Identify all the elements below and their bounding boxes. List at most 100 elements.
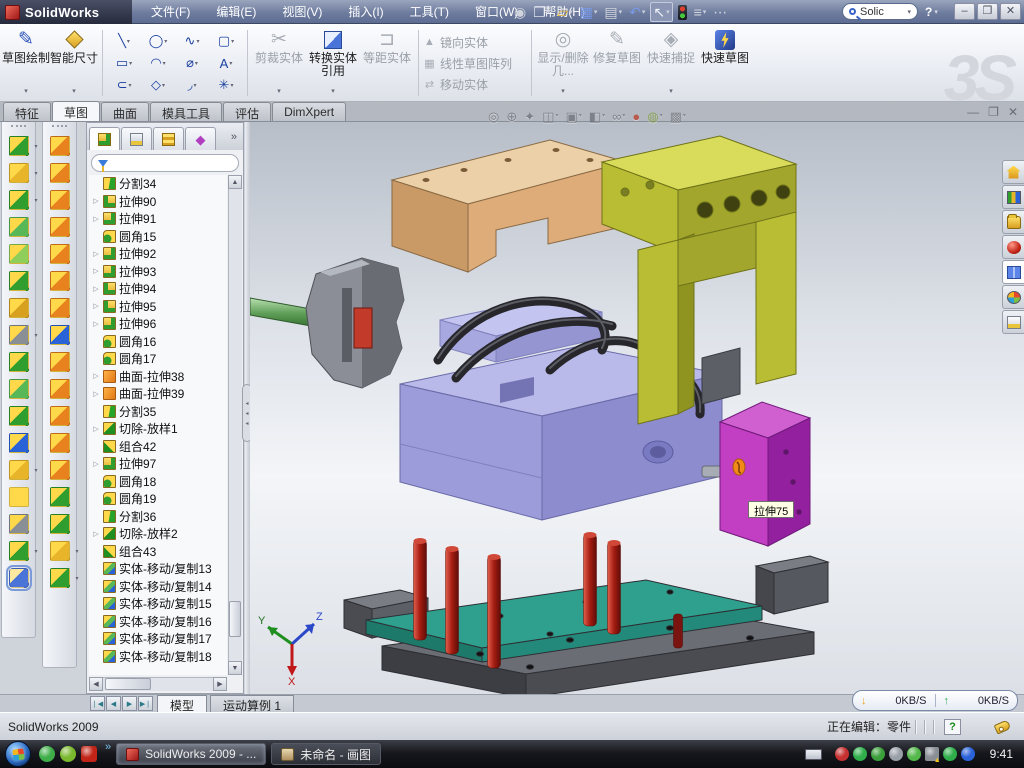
feature-tree-item[interactable]: 切除-放样2 bbox=[89, 525, 227, 543]
tab-scroll-button[interactable]: ▶❘ bbox=[138, 696, 153, 711]
tab-scroll-button[interactable]: ❘◀ bbox=[90, 696, 105, 711]
expand-arrow-icon[interactable] bbox=[92, 320, 100, 328]
swept-surface-icon[interactable] bbox=[50, 136, 70, 156]
feature-tree-item[interactable]: 实体-移动/复制14 bbox=[89, 578, 227, 596]
save-icon[interactable]: ▦▾ bbox=[578, 2, 600, 22]
dropdown-arrow-icon[interactable]: ▾ bbox=[163, 60, 166, 67]
minimize-icon[interactable]: – bbox=[954, 3, 975, 20]
file-explorer-tab[interactable] bbox=[1002, 210, 1024, 234]
slot-icon[interactable]: ⊂▾ bbox=[107, 75, 141, 95]
dropdown-arrow-icon[interactable]: ▾ bbox=[72, 85, 76, 99]
close-icon[interactable]: ✕ bbox=[1000, 3, 1021, 20]
expand-arrow-icon[interactable] bbox=[92, 267, 100, 275]
dropdown-arrow-icon[interactable]: ▾ bbox=[642, 9, 646, 16]
quick-tips-help-button[interactable]: ? bbox=[944, 719, 961, 735]
scroll-right-button[interactable]: ▶ bbox=[213, 677, 227, 691]
expand-arrow-icon[interactable] bbox=[92, 460, 100, 468]
selection-box-icon[interactable]: ▢▾ bbox=[209, 31, 243, 51]
scroll-left-button[interactable]: ◀ bbox=[89, 677, 103, 691]
ribbon-tab[interactable]: 模具工具 bbox=[150, 102, 222, 121]
new-document-icon[interactable]: ❐▾ bbox=[531, 2, 552, 22]
dropdown-arrow-icon[interactable]: ▾ bbox=[164, 38, 167, 45]
reference-point-icon[interactable] bbox=[50, 541, 70, 561]
feature-tree-item[interactable]: 拉伸95 bbox=[89, 298, 227, 316]
undo-icon[interactable]: ↶▾ bbox=[627, 2, 647, 22]
document-tab[interactable]: 运动算例 1 bbox=[210, 695, 294, 712]
feature-tree-item[interactable]: 拉伸91 bbox=[89, 210, 227, 228]
quick-launch-overflow-button[interactable]: » bbox=[105, 740, 111, 754]
trim-entities-button[interactable]: ✂ 剪裁实体 ▾ bbox=[252, 27, 306, 99]
dropdown-arrow-icon[interactable]: ▾ bbox=[594, 9, 598, 16]
feature-tree-item[interactable]: 圆角16 bbox=[89, 333, 227, 351]
split-icon[interactable] bbox=[9, 352, 29, 372]
top-plate[interactable] bbox=[392, 140, 626, 272]
untrim-surface-icon[interactable] bbox=[50, 460, 70, 480]
update-gear-icon[interactable] bbox=[871, 747, 885, 761]
dropdown-arrow-icon[interactable]: ▾ bbox=[24, 85, 28, 99]
feature-tree-item[interactable]: 圆角17 bbox=[89, 350, 227, 368]
view-palette-tab[interactable] bbox=[1002, 260, 1024, 284]
planar-surface-icon[interactable] bbox=[50, 298, 70, 318]
scrollbar-thumb[interactable] bbox=[105, 678, 151, 690]
feature-tree-item[interactable]: 拉伸90 bbox=[89, 193, 227, 211]
feature-tree-item[interactable]: 分割35 bbox=[89, 403, 227, 421]
expand-arrow-icon[interactable] bbox=[92, 197, 100, 205]
menu-item[interactable]: 编辑(E) bbox=[203, 0, 269, 24]
mirror-entities-button[interactable]: ▲镜向实体 bbox=[423, 34, 527, 51]
configurationmanager-tab[interactable] bbox=[153, 127, 184, 150]
feature-tree-item[interactable]: 组合43 bbox=[89, 543, 227, 561]
panel-tabs-overflow-button[interactable]: » bbox=[227, 131, 241, 145]
dropdown-arrow-icon[interactable]: ▾ bbox=[128, 82, 131, 89]
view-orientation-icon[interactable]: ▣▾ bbox=[565, 110, 581, 123]
display-delete-relations-button[interactable]: ◎ 显示/删除几... ▾ bbox=[536, 27, 590, 99]
expand-arrow-icon[interactable] bbox=[92, 372, 100, 380]
dropdown-arrow-icon[interactable]: ▾ bbox=[555, 113, 558, 119]
polygon-icon[interactable]: ◇▾ bbox=[141, 75, 175, 95]
line-icon[interactable]: ╲▾ bbox=[107, 31, 141, 51]
combine-icon[interactable] bbox=[9, 379, 29, 399]
move-copy-body-icon[interactable] bbox=[9, 433, 29, 453]
dropdown-arrow-icon[interactable]: ▾ bbox=[660, 113, 663, 119]
featuremanager-tab[interactable] bbox=[89, 127, 120, 150]
hole-wizard-icon[interactable] bbox=[9, 298, 29, 318]
feature-tree-item[interactable]: 拉伸94 bbox=[89, 280, 227, 298]
menu-item[interactable]: 视图(V) bbox=[269, 0, 335, 24]
solidworks-launcher-icon[interactable] bbox=[81, 746, 97, 762]
scroll-up-button[interactable]: ▲ bbox=[228, 175, 242, 189]
feature-tree-item[interactable]: 拉伸97 bbox=[89, 455, 227, 473]
dimxpertmanager-tab[interactable]: ◆ bbox=[185, 127, 216, 150]
feature-tree-item[interactable]: 拉伸92 bbox=[89, 245, 227, 263]
expand-arrow-icon[interactable] bbox=[92, 425, 100, 433]
taskbar-clock[interactable]: 9:41 bbox=[990, 747, 1013, 761]
sketch-fillet-icon[interactable]: ◞▾ bbox=[175, 75, 209, 95]
dropdown-arrow-icon[interactable]: ▾ bbox=[230, 82, 233, 89]
media-player-icon[interactable] bbox=[60, 746, 76, 762]
dome-icon[interactable] bbox=[50, 514, 70, 534]
dropdown-arrow-icon[interactable]: ▾ bbox=[602, 113, 605, 119]
dropdown-arrow-icon[interactable]: ▾ bbox=[127, 38, 130, 45]
custom-properties-tab[interactable] bbox=[1002, 310, 1024, 334]
tab-scroll-button[interactable]: ▶ bbox=[122, 696, 137, 711]
tree-filter-input[interactable] bbox=[91, 154, 239, 172]
dropdown-arrow-icon[interactable]: ▾ bbox=[229, 60, 232, 67]
trim-surface-icon[interactable] bbox=[50, 379, 70, 399]
dropdown-arrow-icon[interactable]: ▾ bbox=[666, 9, 670, 16]
reference-axis-icon[interactable] bbox=[9, 514, 29, 534]
feature-tree-item[interactable]: 实体-移动/复制15 bbox=[89, 595, 227, 613]
clamp-part[interactable] bbox=[306, 258, 404, 388]
reference-point-icon[interactable] bbox=[9, 460, 29, 480]
restore-icon[interactable]: ❐ bbox=[988, 104, 999, 120]
curve-icon[interactable] bbox=[9, 541, 29, 561]
ribbon-tab[interactable]: 草图 bbox=[52, 101, 100, 121]
print-icon[interactable]: ▤▾ bbox=[602, 2, 624, 22]
feature-tree-item[interactable]: 圆角18 bbox=[89, 473, 227, 491]
spacer-block[interactable] bbox=[702, 348, 740, 404]
volume-icon[interactable] bbox=[889, 747, 903, 761]
rectangle-icon[interactable]: ▭▾ bbox=[107, 53, 141, 73]
open-icon[interactable]: ▱▾ bbox=[555, 2, 574, 22]
extended-surface-icon[interactable] bbox=[50, 190, 70, 210]
antivirus-icon[interactable] bbox=[835, 747, 849, 761]
curve-icon[interactable] bbox=[50, 568, 70, 588]
ribbon-tab[interactable]: 特征 bbox=[3, 102, 51, 121]
convert-entities-button[interactable]: 转换实体引用 ▾ bbox=[306, 27, 360, 99]
